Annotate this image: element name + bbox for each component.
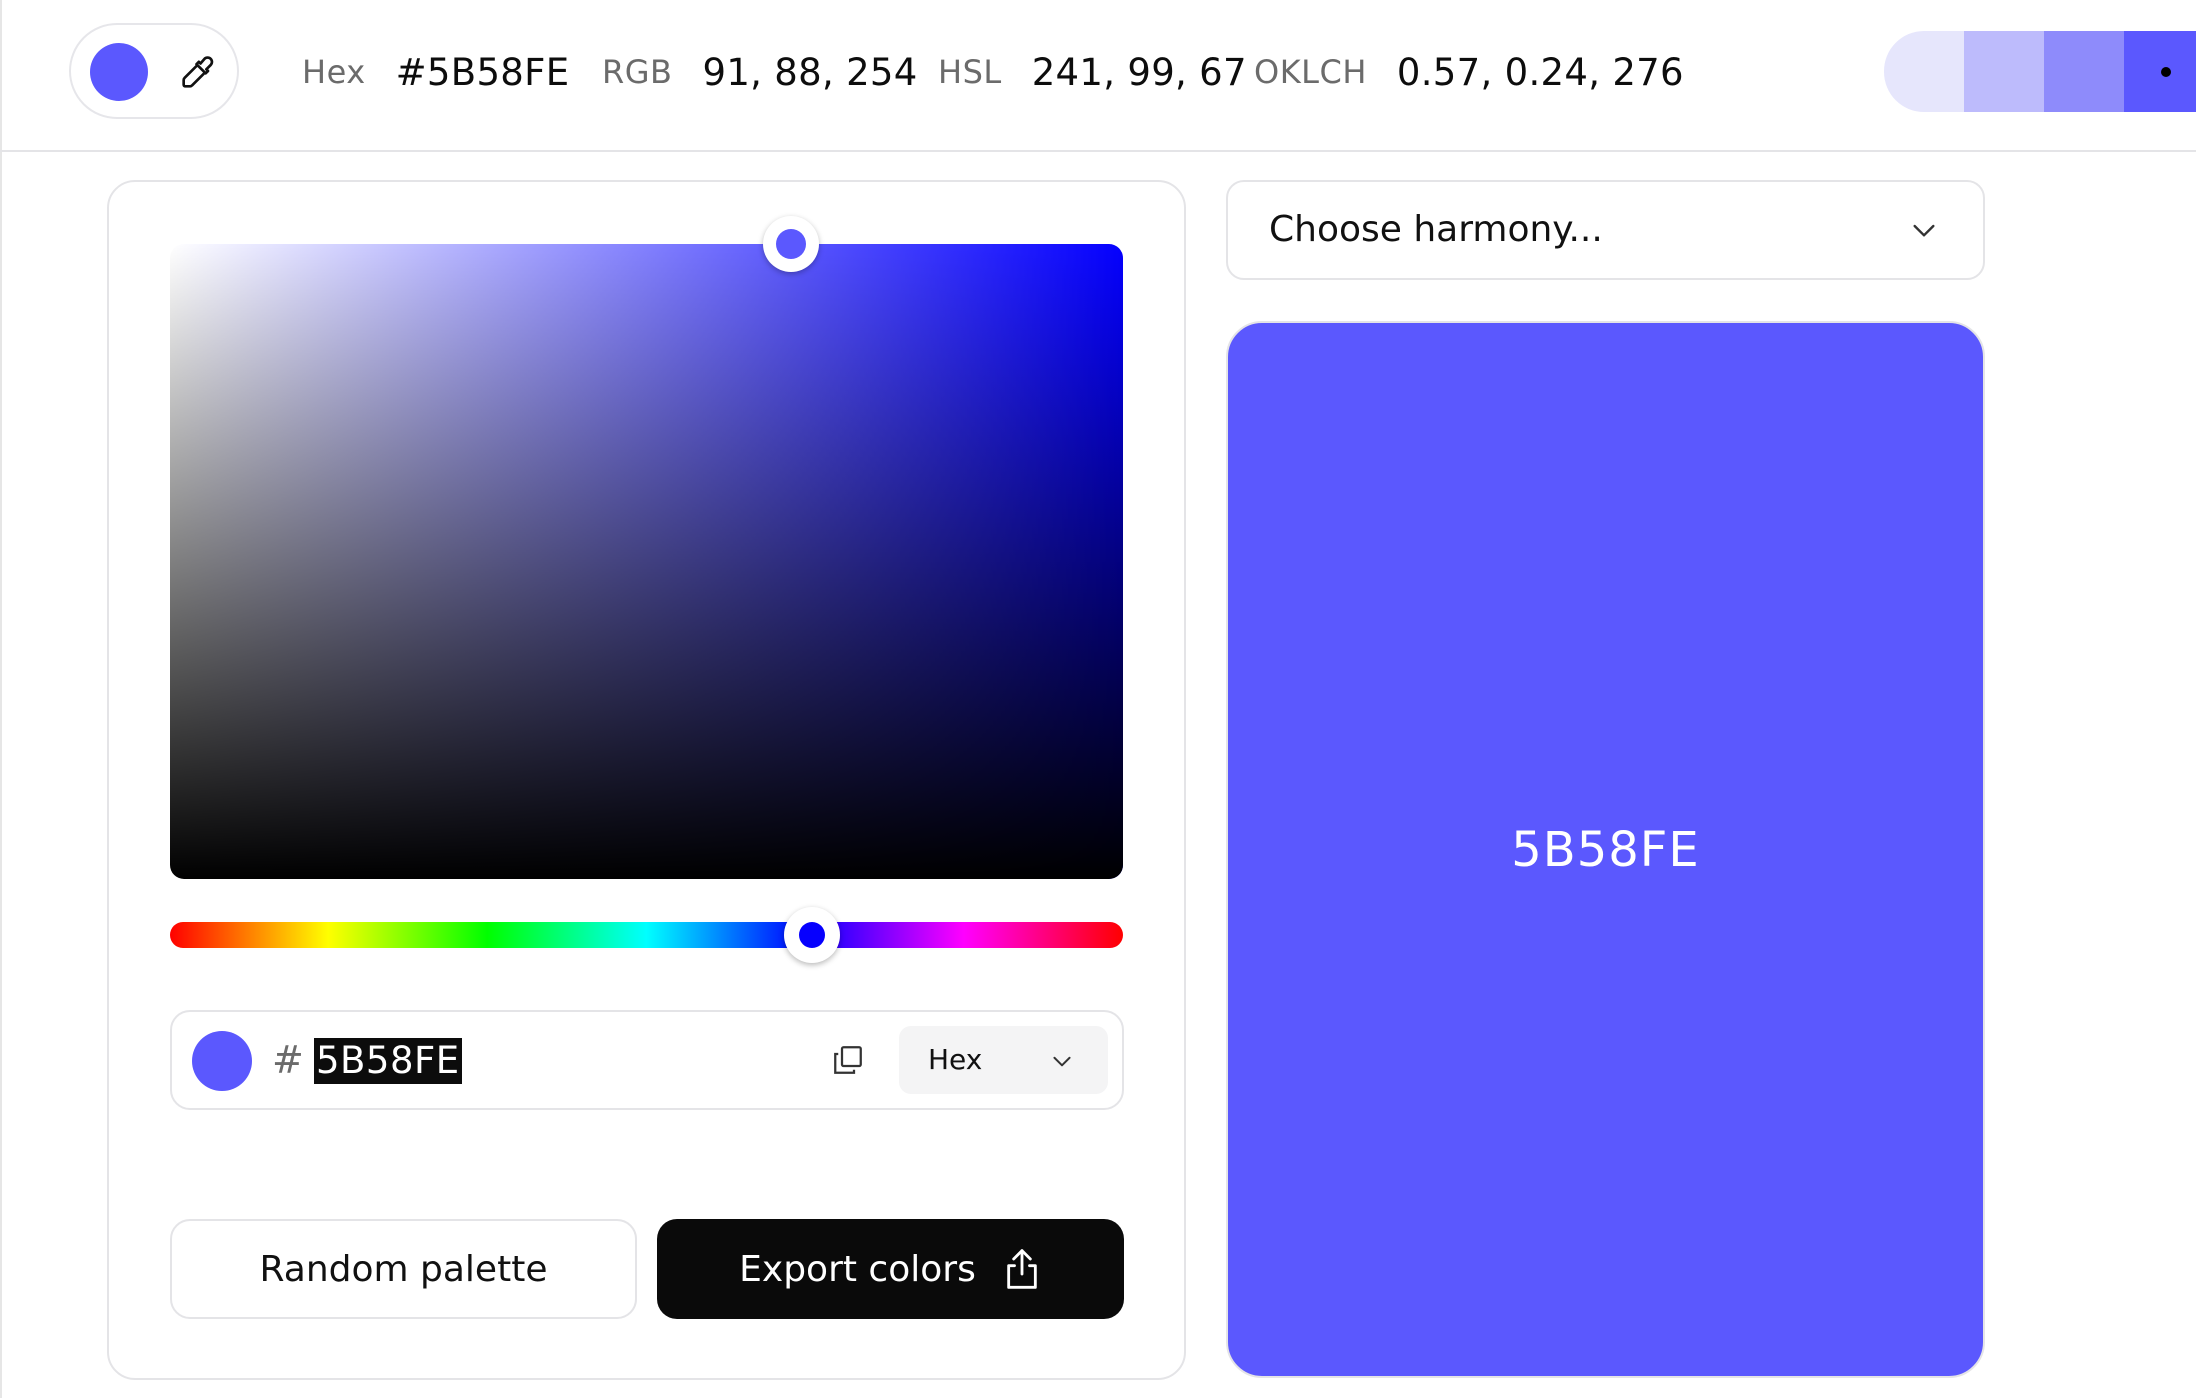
hue-slider-handle[interactable] <box>784 907 840 963</box>
random-palette-button[interactable]: Random palette <box>170 1219 637 1319</box>
left-border <box>0 0 2 1398</box>
color-tool-pill <box>69 23 239 119</box>
shade-swatch[interactable] <box>2044 31 2124 112</box>
hex-label: Hex <box>302 53 366 91</box>
hex-value[interactable]: #5B58FE <box>396 51 570 94</box>
saturation-brightness-area[interactable] <box>170 244 1123 879</box>
hex-input-row: # 5B58FE Hex <box>170 1010 1124 1110</box>
hex-input[interactable]: 5B58FE <box>314 1038 462 1084</box>
top-toolbar: Hex #5B58FE RGB 91, 88, 254 HSL 241, 99,… <box>0 0 2196 152</box>
color-picker-card: # 5B58FE Hex Random palette Export color… <box>107 180 1186 1380</box>
oklch-label: OKLCH <box>1254 53 1367 91</box>
brightness-gradient-layer <box>170 244 1123 879</box>
harmony-select-label: Choose harmony... <box>1269 209 1603 250</box>
oklch-value[interactable]: 0.57, 0.24, 276 <box>1397 51 1684 94</box>
export-colors-label: Export colors <box>739 1248 976 1290</box>
chevron-down-icon <box>1913 224 1935 237</box>
export-colors-button[interactable]: Export colors <box>657 1219 1124 1319</box>
color-preview-card: 5B58FE <box>1226 321 1985 1378</box>
hex-readout: Hex #5B58FE <box>302 44 569 100</box>
hash-symbol: # <box>272 1038 304 1082</box>
hsl-readout: HSL 241, 99, 67 <box>938 44 1247 100</box>
hue-slider[interactable] <box>170 922 1123 948</box>
format-select-label: Hex <box>928 1043 983 1076</box>
hsl-label: HSL <box>938 53 1002 91</box>
share-icon <box>1007 1249 1037 1289</box>
shade-swatch[interactable] <box>1884 31 1964 112</box>
harmony-select[interactable]: Choose harmony... <box>1226 180 1985 280</box>
hue-handle-fill <box>799 922 825 948</box>
preview-hex-code: 5B58FE <box>1511 821 1700 878</box>
chevron-down-icon <box>1053 1056 1071 1067</box>
selected-marker-icon <box>2161 67 2171 77</box>
format-select[interactable]: Hex <box>899 1026 1108 1094</box>
hex-color-dot <box>192 1031 252 1091</box>
rgb-value[interactable]: 91, 88, 254 <box>702 51 917 94</box>
shade-swatch-selected[interactable] <box>2124 31 2196 112</box>
rgb-readout: RGB 91, 88, 254 <box>602 44 918 100</box>
oklch-readout: OKLCH 0.57, 0.24, 276 <box>1254 44 1684 100</box>
current-color-dot[interactable] <box>90 43 148 101</box>
rgb-label: RGB <box>602 53 673 91</box>
saturation-handle-fill <box>776 229 806 259</box>
shade-strip <box>1884 31 2196 112</box>
hsl-value[interactable]: 241, 99, 67 <box>1032 51 1247 94</box>
eyedropper-icon[interactable] <box>177 53 217 93</box>
saturation-handle[interactable] <box>763 216 819 272</box>
shade-swatch[interactable] <box>1964 31 2044 112</box>
copy-icon[interactable] <box>830 1042 866 1078</box>
